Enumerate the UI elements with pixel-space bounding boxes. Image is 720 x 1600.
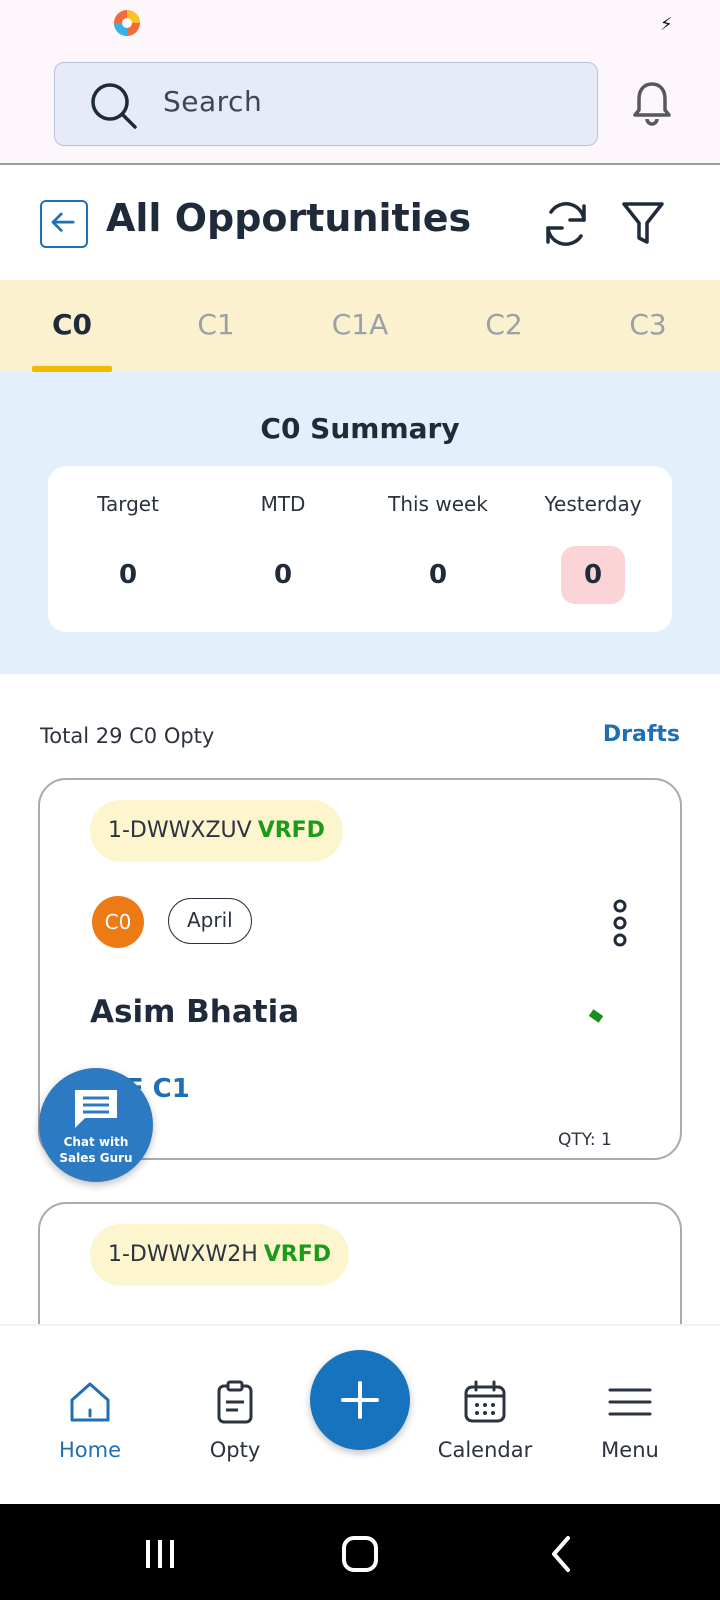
customer-name: Asim Bhatia [90, 994, 300, 1030]
search-placeholder: Search [163, 85, 263, 118]
calendar-icon [464, 1380, 506, 1423]
tab-c3[interactable]: C3 [598, 308, 698, 341]
verified-status: VRFD [263, 1242, 332, 1267]
clipboard-icon [217, 1380, 253, 1424]
stat-yesterday: Yesterday 0 [515, 492, 671, 604]
nav-menu-label: Menu [601, 1438, 659, 1462]
total-count: Total 29 C0 Opty [40, 724, 215, 748]
app-logo-icon [114, 10, 140, 36]
stat-value: 0 [428, 560, 448, 590]
nav-menu[interactable]: Menu [560, 1378, 700, 1462]
bottom-navigation: Home Opty Calendar Menu [0, 1324, 720, 1504]
status-bar: ⚡ [0, 0, 720, 50]
stat-value: 0 [273, 560, 293, 590]
stat-mtd: MTD 0 [205, 492, 361, 604]
chat-fab-line1: Chat with [63, 1135, 129, 1149]
chat-fab-line2: Sales Guru [59, 1151, 133, 1165]
stat-this-week: This week 0 [360, 492, 516, 604]
summary-title: C0 Summary [260, 412, 460, 445]
search-input[interactable]: Search [54, 62, 598, 146]
opty-id-pill: 1-DWWXZUV VRFD [90, 800, 343, 862]
plus-icon [341, 1381, 379, 1419]
verified-status: VRFD [257, 818, 325, 843]
stat-label: Target [97, 492, 159, 516]
tab-c1[interactable]: C1 [166, 308, 266, 341]
stat-value: 0 [561, 546, 625, 604]
stage-badge: C0 [92, 896, 144, 948]
opty-id-pill: 1-DWWXW2H VRFD [90, 1224, 350, 1286]
summary-card: Target 0 MTD 0 This week 0 Yesterday 0 [48, 466, 672, 632]
quantity-label: QTY: 1 [558, 1130, 612, 1150]
stage-tabs: C0 C1 C1A C2 C3 [0, 280, 720, 372]
tab-c0[interactable]: C0 [22, 308, 122, 341]
opty-id: 1-DWWXW2H [108, 1242, 258, 1267]
stat-label: Yesterday [544, 492, 642, 516]
nav-calendar-label: Calendar [437, 1438, 533, 1462]
stat-value: 0 [118, 560, 138, 590]
chat-fab-label: Chat with Sales Guru [39, 1134, 153, 1166]
drafts-link[interactable]: Drafts [603, 722, 680, 747]
chat-sales-guru-button[interactable]: Chat with Sales Guru [39, 1068, 153, 1182]
back-system-icon[interactable] [542, 1534, 582, 1574]
recent-apps-icon[interactable] [140, 1534, 180, 1574]
bell-icon[interactable] [630, 80, 674, 128]
stat-label: This week [388, 492, 488, 516]
menu-icon [608, 1388, 652, 1416]
nav-calendar[interactable]: Calendar [415, 1378, 555, 1462]
system-nav-bar [0, 1504, 720, 1600]
back-button[interactable] [40, 200, 88, 248]
home-system-icon[interactable] [340, 1534, 380, 1574]
opty-id: 1-DWWXZUV [108, 818, 252, 843]
chat-icon [75, 1090, 117, 1128]
add-opportunity-button[interactable] [310, 1350, 410, 1450]
stat-target: Target 0 [50, 492, 206, 604]
more-options-icon[interactable] [610, 898, 630, 948]
nav-home[interactable]: Home [20, 1378, 160, 1462]
month-chip: April [168, 898, 252, 944]
page-title: All Opportunities [106, 196, 472, 240]
nav-home-label: Home [58, 1438, 121, 1462]
filter-icon[interactable] [620, 198, 666, 248]
nav-opty[interactable]: Opty [165, 1378, 305, 1462]
status-indicator-icon [588, 1009, 604, 1023]
tab-c2[interactable]: C2 [454, 308, 554, 341]
tab-c1a[interactable]: C1A [310, 308, 410, 341]
refresh-icon[interactable] [540, 198, 592, 250]
back-arrow-icon [51, 212, 75, 232]
search-icon [91, 83, 137, 129]
summary-section: C0 Summary Target 0 MTD 0 This week 0 Ye… [0, 372, 720, 674]
title-row: All Opportunities [0, 166, 720, 280]
nav-opty-label: Opty [209, 1438, 261, 1462]
charging-icon: ⚡ [660, 14, 673, 35]
home-icon [70, 1382, 110, 1422]
stat-label: MTD [260, 492, 306, 516]
top-header: Search [0, 50, 720, 165]
